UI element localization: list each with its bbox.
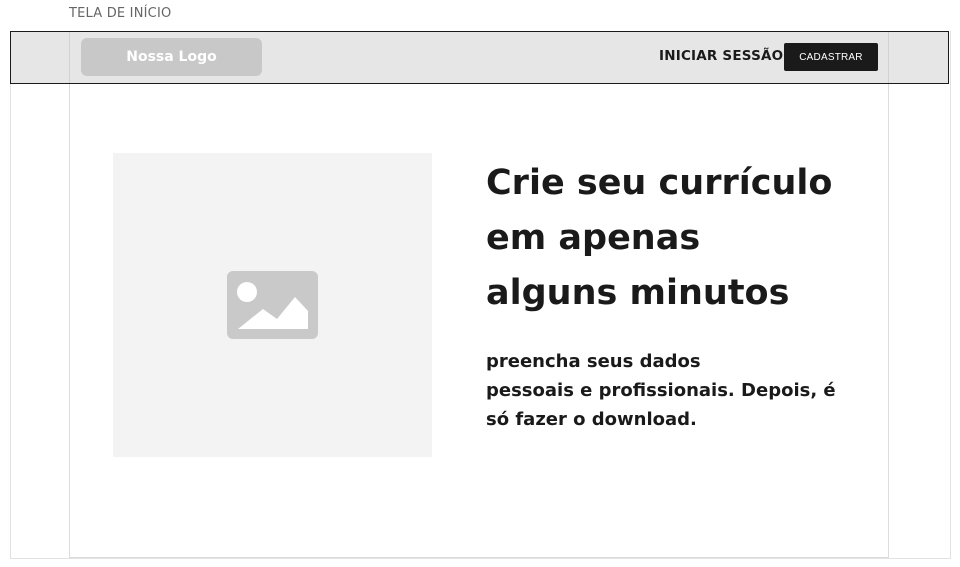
hero-subtitle-line: preencha seus dados xyxy=(486,351,701,372)
hero-title-line: em apenas xyxy=(486,218,701,258)
login-link[interactable]: INICIAR SESSÃO xyxy=(659,48,783,64)
hero-title-line: alguns minutos xyxy=(486,273,790,313)
hero-subtitle-line: só fazer o download. xyxy=(486,409,697,430)
hero-title: Crie seu currículo em apenas alguns minu… xyxy=(486,156,866,321)
navbar: Nossa Logo INICIAR SESSÃO CADASTRAR xyxy=(10,31,949,84)
hero-title-line: Crie seu currículo xyxy=(486,163,833,203)
hero-image-placeholder xyxy=(113,153,432,457)
hero-subtitle: preencha seus dados pessoais e profissio… xyxy=(486,347,866,434)
signup-button[interactable]: CADASTRAR xyxy=(784,43,878,71)
image-placeholder-icon xyxy=(227,271,318,339)
hero-subtitle-line: pessoais e profissionais. Depois, é xyxy=(486,380,836,401)
frame-label: TELA DE INÍCIO xyxy=(69,6,172,21)
signup-button-label: CADASTRAR xyxy=(799,51,863,63)
logo-text: Nossa Logo xyxy=(126,49,217,65)
logo[interactable]: Nossa Logo xyxy=(81,38,262,76)
